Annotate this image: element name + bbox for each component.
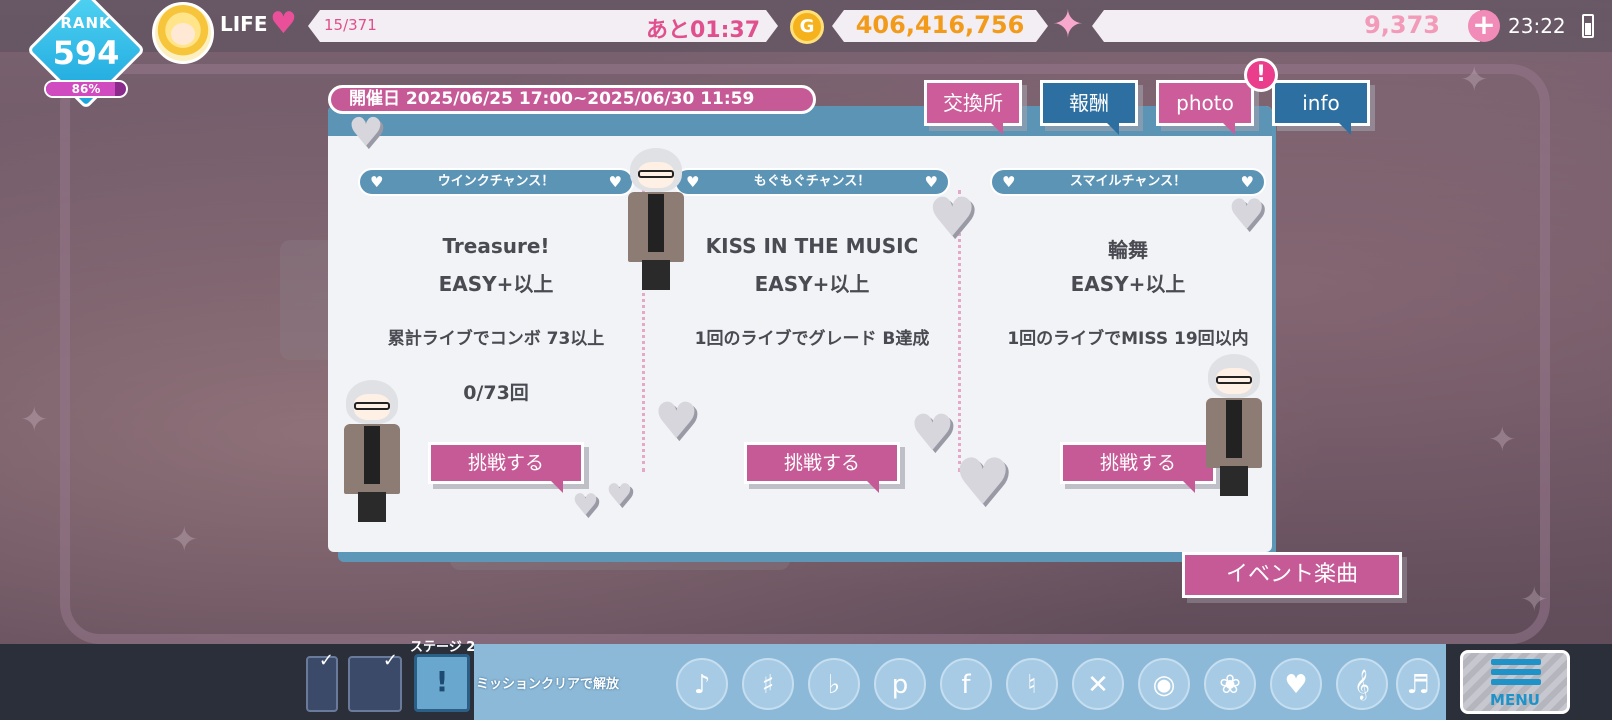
life-bar: 15/371 あと01:37 (308, 10, 778, 42)
event-period: 開催日 2025/06/25 17:00~2025/06/30 11:59 (328, 85, 816, 114)
rank-label: RANK (60, 14, 112, 32)
mission-title: スマイルチャンス！ (1069, 174, 1187, 189)
menu-label: MENU (1490, 691, 1540, 709)
event-song-button[interactable]: イベント楽曲 (1182, 552, 1402, 598)
mission-song: KISS IN THE MUSIC (705, 234, 919, 258)
pixel-heart-icon: ♥ (928, 186, 977, 249)
locked-stage-icon: ◉ (1138, 658, 1190, 710)
locked-stage-icon: ❀ (1204, 658, 1256, 710)
character-legs (358, 492, 386, 522)
heart-icon: ♥ (370, 173, 384, 191)
mission-song: Treasure! (442, 234, 550, 258)
sparkle-icon: ✦ (1460, 60, 1489, 100)
locked-stage-icon: ♯ (742, 658, 794, 710)
check-icon: ✓ (318, 650, 334, 671)
mission-condition: 1回のライブでMISS 19回以内 (1007, 329, 1249, 349)
character-sprite (1198, 354, 1268, 504)
mission-condition: 累計ライブでコンボ 73以上 (387, 329, 605, 349)
player-avatar[interactable] (152, 2, 214, 64)
menu-icon (1491, 659, 1541, 693)
character-shirt (1226, 400, 1242, 458)
challenge-button[interactable]: 挑戦する (428, 442, 584, 493)
gem-bar: 9,373 (1092, 10, 1480, 42)
battery-icon (1582, 14, 1594, 38)
locked-stage-icon: ♪ (676, 658, 728, 710)
mission-title-bar: ♥ スマイルチャンス！ ♥ (990, 168, 1266, 196)
rank-value: 594 (52, 34, 120, 72)
heart-icon: ♥ (1002, 173, 1016, 191)
current-stage-slot[interactable]: ! (414, 654, 470, 712)
mission-condition: 1回のライブでグレード B達成 (694, 329, 930, 349)
heart-icon: ♥ (270, 6, 297, 41)
rank-badge[interactable]: RANK 594 86% (26, 0, 146, 110)
add-gems-button[interactable]: + (1468, 10, 1500, 42)
avatar-face (171, 23, 195, 45)
glasses-icon (638, 170, 674, 178)
clock: 23:22 (1508, 14, 1566, 38)
rank-progress-text: 86% (71, 82, 101, 96)
mission-title-bar: ♥ もぐもぐチャンス！ ♥ (674, 168, 950, 196)
character-sprite (336, 380, 406, 530)
character-legs (1220, 466, 1248, 496)
info-button[interactable]: info (1272, 80, 1370, 135)
glasses-icon (354, 402, 390, 410)
life-label: LIFE (220, 12, 268, 36)
character-shirt (648, 194, 664, 252)
photo-button[interactable]: photo (1156, 80, 1254, 135)
life-timer: あと01:37 (645, 18, 760, 43)
sparkle-icon: ✦ (20, 400, 49, 440)
pixel-heart-icon: ♥ (1228, 190, 1266, 239)
coin-value: 406,416,756 (855, 11, 1025, 39)
mission-title-bar: ♥ ウインクチャンス！ ♥ (358, 168, 634, 196)
sparkle-icon: ✦ (170, 520, 199, 560)
cleared-stage-slot[interactable]: ✓ (306, 650, 338, 712)
pixel-heart-icon: ♥ (606, 478, 633, 513)
challenge-button[interactable]: 挑戦する (1060, 442, 1216, 493)
mission-difficulty: EASY+以上 (438, 272, 554, 296)
locked-stage-icon: p (874, 658, 926, 710)
locked-stage-icon: ♮ (1006, 658, 1058, 710)
pixel-heart-icon: ♥ (348, 110, 384, 156)
exchange-button[interactable]: 交換所 (924, 80, 1022, 135)
stage-label: ステージ 2 (410, 640, 476, 655)
rank-progress-bar: 86% (44, 80, 128, 98)
life-count: 15/371 (324, 16, 377, 34)
pixel-heart-icon: ♥ (910, 404, 955, 462)
locked-stage-icon: 𝄞 (1336, 658, 1388, 710)
unlock-hint: ミッションクリアで解放 (476, 677, 620, 692)
menu-button[interactable]: MENU (1460, 650, 1570, 714)
sparkle-icon: ✦ (1520, 580, 1549, 620)
sparkle-icon: ✦ (1488, 420, 1517, 460)
pixel-heart-icon: ♥ (954, 446, 1012, 520)
pixel-heart-icon: ♥ (572, 488, 599, 523)
mission-title: ウインクチャンス！ (437, 174, 555, 189)
glasses-icon (1216, 376, 1252, 384)
locked-stage-icon: ♬ (1396, 658, 1440, 710)
mission-difficulty: EASY+以上 (1070, 272, 1186, 296)
reward-button[interactable]: 報酬 (1040, 80, 1138, 135)
mission-difficulty: EASY+以上 (754, 272, 870, 296)
character-legs (642, 260, 670, 290)
character-sprite (620, 148, 690, 298)
check-icon: ✓ (382, 650, 398, 671)
coin-icon: G (790, 10, 824, 44)
mission-title: もぐもぐチャンス！ (753, 174, 871, 189)
locked-stage-icon: f (940, 658, 992, 710)
star-icon: ✦ (1052, 2, 1084, 46)
gem-value: 9,373 (1364, 11, 1440, 39)
locked-stage-icon: ✕ (1072, 658, 1124, 710)
challenge-button[interactable]: 挑戦する (744, 442, 900, 493)
pixel-heart-icon: ♥ (654, 392, 699, 450)
locked-stage-icon: ♭ (808, 658, 860, 710)
locked-stage-icon: ♥ (1270, 658, 1322, 710)
coin-bar: 406,416,756 (832, 10, 1048, 42)
cleared-stage-slot[interactable]: ✓ (348, 650, 402, 712)
alert-icon: ! (1244, 58, 1278, 92)
character-shirt (364, 426, 380, 484)
